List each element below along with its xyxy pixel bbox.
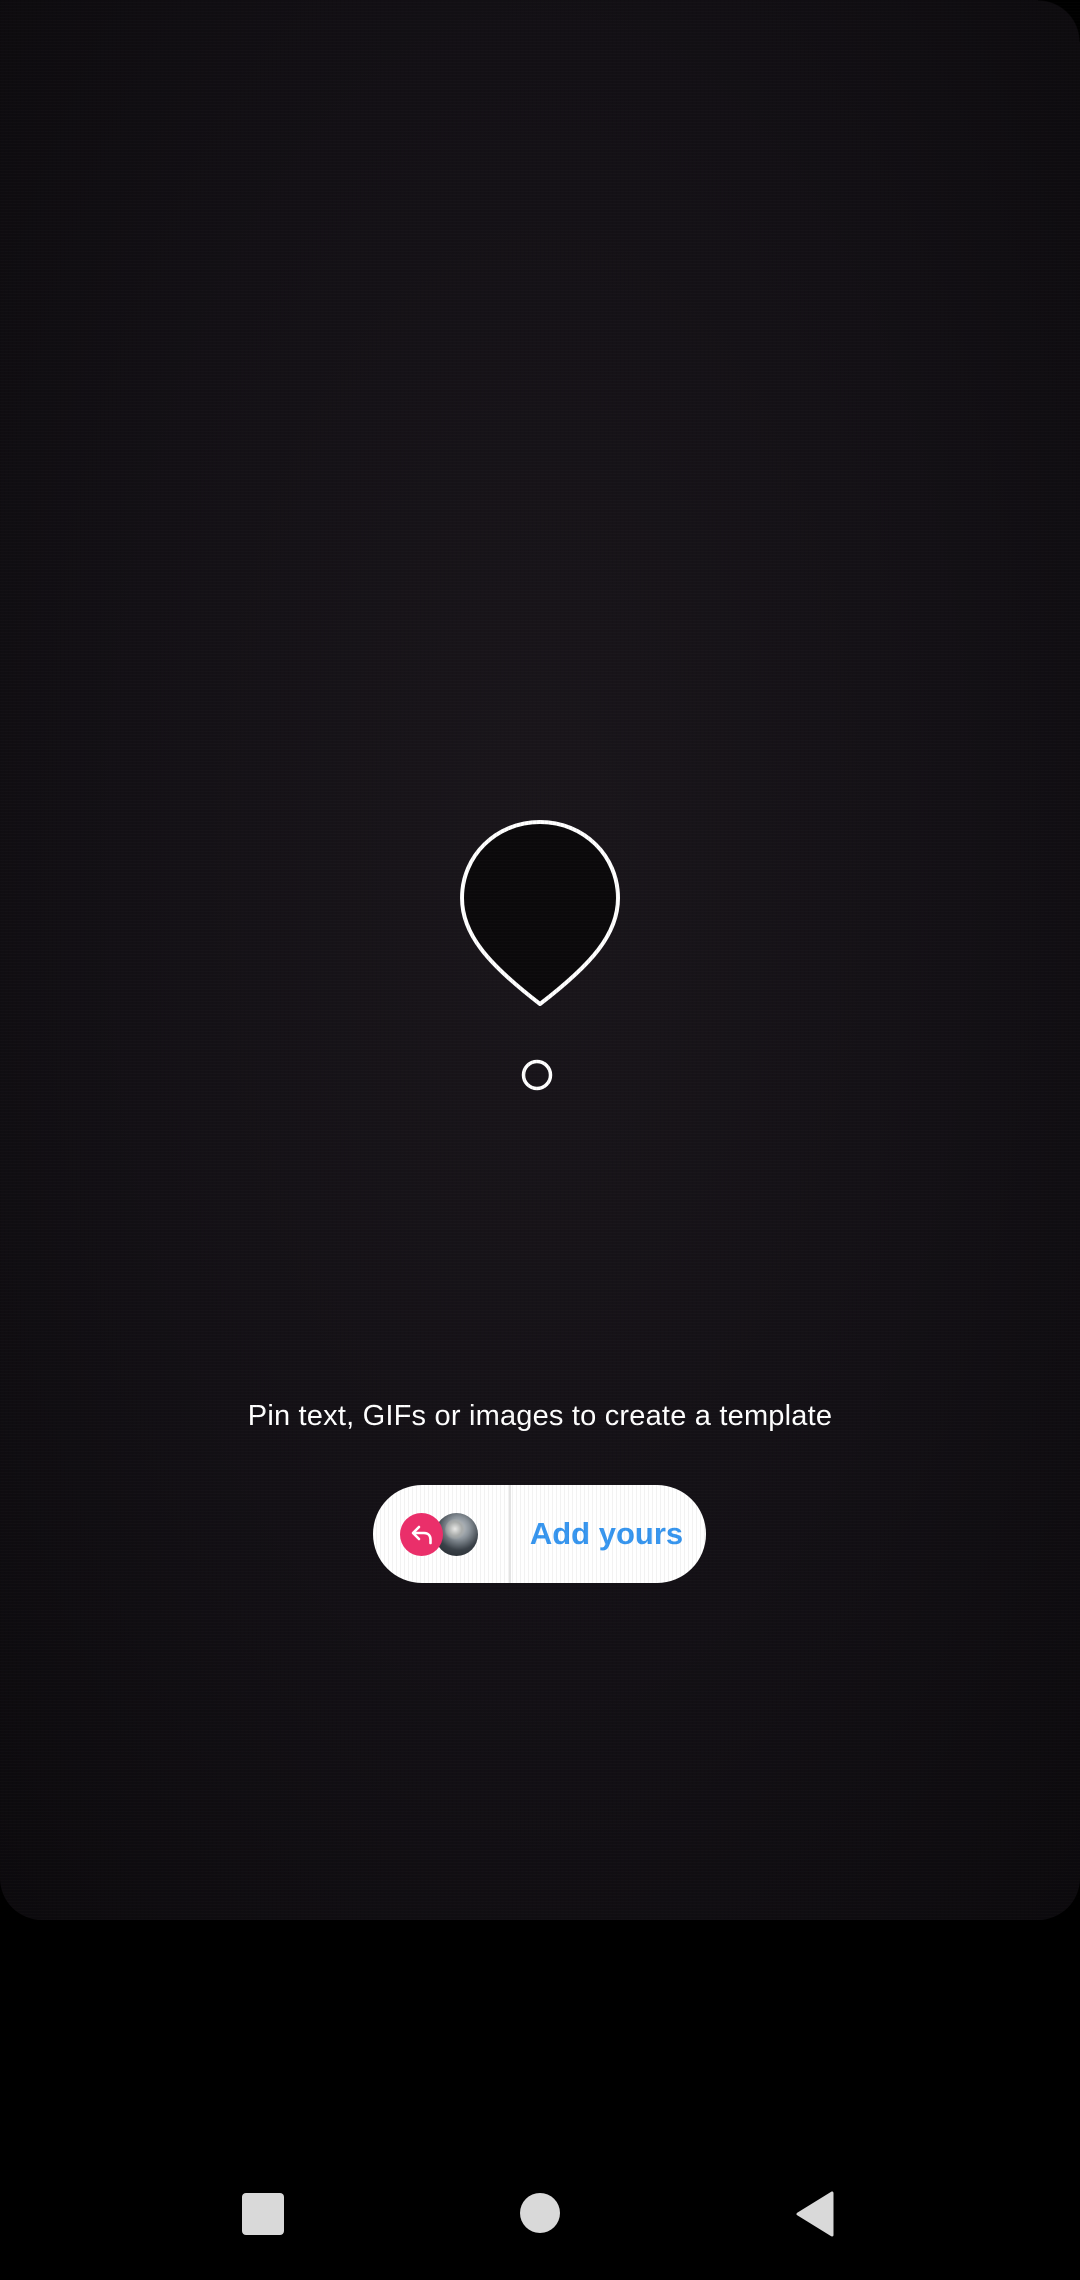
map-pin-icon[interactable] (458, 818, 622, 1008)
home-button[interactable] (520, 2193, 560, 2233)
add-yours-sticker[interactable]: Add yours (373, 1485, 706, 1583)
pin-anchor-icon[interactable] (520, 1058, 554, 1092)
screen-corner (1038, 0, 1080, 42)
system-navigation-bar (0, 2148, 1080, 2280)
template-hint-text: Pin text, GIFs or images to create a tem… (247, 1400, 833, 1432)
story-canvas[interactable]: Pin text, GIFs or images to create a tem… (0, 0, 1080, 1920)
reply-icon (400, 1513, 443, 1556)
add-yours-label: Add yours (529, 1516, 684, 1551)
story-screen: Pin text, GIFs or images to create a tem… (0, 0, 1080, 2280)
sticker-participants (373, 1485, 511, 1583)
back-button[interactable] (794, 2190, 836, 2238)
recents-button[interactable] (242, 2193, 284, 2235)
